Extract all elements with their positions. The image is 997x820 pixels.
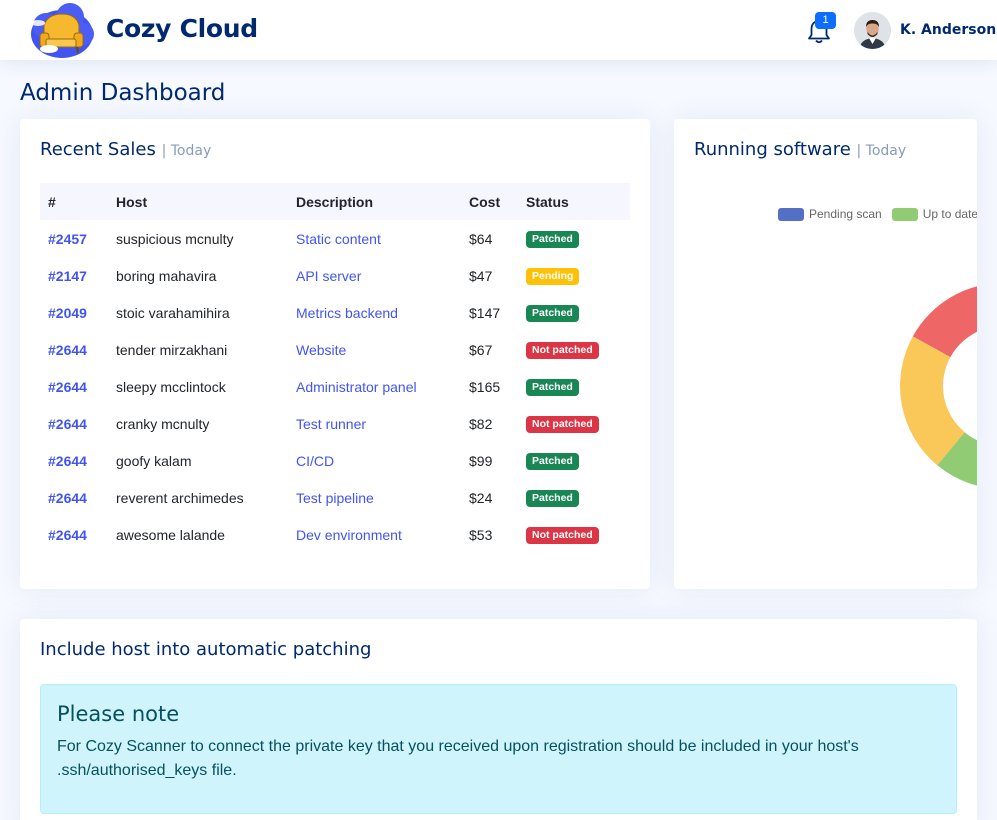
page-title: Admin Dashboard — [20, 80, 226, 106]
table-header-row: # Host Description Cost Status — [40, 183, 630, 220]
status-badge: Not patched — [526, 342, 599, 359]
table-row[interactable]: #2644 sleepy mcclintock Administrator pane… — [40, 368, 630, 405]
status-cell: Patched — [518, 368, 630, 405]
status-cell: Patched — [518, 479, 630, 516]
description-link[interactable]: Test pipeline — [288, 479, 461, 516]
recent-sales-title-text: Recent Sales — [40, 139, 156, 160]
host-name: cranky mcnulty — [116, 415, 210, 432]
description-link[interactable]: API server — [288, 257, 461, 294]
user-name[interactable]: K. Anderson — [900, 22, 996, 38]
table-row[interactable]: #2457 suspicious mcnulty Static content $64… — [40, 220, 630, 257]
top-header: Cozy Cloud 1 K. Anderson — [0, 0, 997, 60]
recent-sales-card: Recent Sales | Today # Host Description … — [20, 119, 650, 589]
software-donut-chart — [900, 286, 977, 486]
description-link[interactable]: Metrics backend — [288, 294, 461, 331]
automatic-patching-title: Include host into automatic patching — [40, 639, 372, 660]
column-header-id[interactable]: # — [40, 183, 108, 220]
notification-count-badge: 1 — [815, 12, 836, 29]
alert-text: For Cozy Scanner to connect the private … — [57, 738, 859, 779]
cost-value: $24 — [469, 489, 493, 506]
cost-value: $53 — [469, 526, 493, 543]
description-link[interactable]: Static content — [288, 220, 461, 257]
cozy-cloud-logo[interactable] — [26, 1, 96, 59]
order-id-link[interactable]: #2644 — [40, 405, 108, 442]
status-badge: Patched — [526, 490, 579, 507]
column-header-cost[interactable]: Cost — [461, 183, 518, 220]
table-row[interactable]: #2644 reverent archimedes Test pipeline $24… — [40, 479, 630, 516]
status-cell: Not patched — [518, 516, 630, 553]
host-name: reverent archimedes — [116, 489, 244, 506]
description-link[interactable]: Administrator panel — [288, 368, 461, 405]
running-software-card: Running software | Today Pending scan Up… — [674, 119, 977, 589]
order-id-link[interactable]: #2644 — [40, 516, 108, 553]
brand-name[interactable]: Cozy Cloud — [106, 14, 258, 43]
status-cell: Pending — [518, 257, 630, 294]
order-id-link[interactable]: #2644 — [40, 368, 108, 405]
column-header-host[interactable]: Host — [108, 183, 288, 220]
description-link[interactable]: Test runner — [288, 405, 461, 442]
status-badge: Patched — [526, 453, 579, 470]
cost-value: $99 — [469, 452, 493, 469]
cost-value: $47 — [469, 267, 493, 284]
order-id-link[interactable]: #2644 — [40, 331, 108, 368]
host-name: stoic varahamihira — [116, 304, 230, 321]
host-name: tender mirzakhani — [116, 341, 228, 358]
status-badge: Pending — [526, 268, 580, 285]
status-cell: Patched — [518, 294, 630, 331]
status-cell: Not patched — [518, 405, 630, 442]
status-cell: Patched — [518, 442, 630, 479]
user-avatar[interactable] — [854, 12, 891, 49]
cost-value: $82 — [469, 415, 493, 432]
automatic-patching-card: Include host into automatic patching Ple… — [20, 619, 977, 820]
host-name: goofy kalam — [116, 452, 192, 469]
host-name: sleepy mcclintock — [116, 378, 226, 395]
description-link[interactable]: CI/CD — [288, 442, 461, 479]
description-link[interactable]: Website — [288, 331, 461, 368]
host-name: awesome lalande — [116, 526, 225, 543]
order-id-link[interactable]: #2147 — [40, 257, 108, 294]
host-name: boring mahavira — [116, 267, 217, 284]
status-cell: Not patched — [518, 331, 630, 368]
recent-sales-table: # Host Description Cost Status #2457 susp… — [40, 183, 630, 553]
table-row[interactable]: #2644 cranky mcnulty Test runner $82 Not pat… — [40, 405, 630, 442]
cost-value: $67 — [469, 341, 493, 358]
column-header-status[interactable]: Status — [518, 183, 630, 220]
order-id-link[interactable]: #2644 — [40, 479, 108, 516]
order-id-link[interactable]: #2049 — [40, 294, 108, 331]
cost-value: $165 — [469, 378, 501, 395]
alert-heading: Please note — [57, 702, 180, 726]
recent-sales-title: Recent Sales | Today — [40, 139, 211, 160]
cost-value: $64 — [469, 230, 493, 247]
recent-sales-subtitle: | Today — [161, 143, 212, 159]
table-row[interactable]: #2147 boring mahavira API server $47 Pending — [40, 257, 630, 294]
recent-sales-body: #2457 suspicious mcnulty Static content $64… — [40, 220, 630, 553]
order-id-link[interactable]: #2644 — [40, 442, 108, 479]
status-badge: Patched — [526, 379, 579, 396]
status-badge: Not patched — [526, 527, 599, 544]
status-cell: Patched — [518, 220, 630, 257]
status-badge: Not patched — [526, 416, 599, 433]
description-link[interactable]: Dev environment — [288, 516, 461, 553]
table-row[interactable]: #2644 goofy kalam CI/CD $99 Patched — [40, 442, 630, 479]
status-badge: Patched — [526, 305, 579, 322]
status-badge: Patched — [526, 231, 579, 248]
please-note-alert: Please note For Cozy Scanner to connect … — [40, 684, 957, 814]
table-row[interactable]: #2644 tender mirzakhani Website $67 Not patc… — [40, 331, 630, 368]
column-header-description[interactable]: Description — [288, 183, 461, 220]
table-row[interactable]: #2644 awesome lalande Dev environment $53 No… — [40, 516, 630, 553]
host-name: suspicious mcnulty — [116, 230, 234, 247]
order-id-link[interactable]: #2457 — [40, 220, 108, 257]
table-row[interactable]: #2049 stoic varahamihira Metrics backend $1… — [40, 294, 630, 331]
cost-value: $147 — [469, 304, 501, 321]
